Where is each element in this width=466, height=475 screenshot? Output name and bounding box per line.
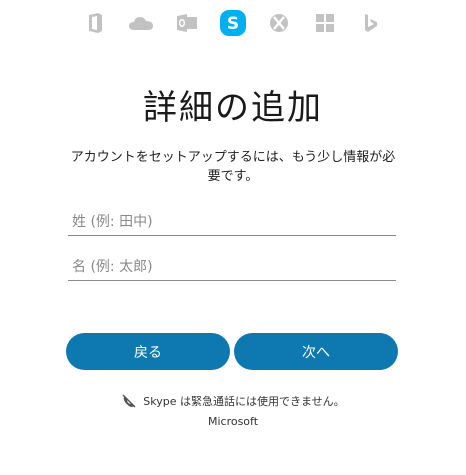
next-button[interactable]: 次へ [234, 333, 398, 370]
svg-text:S: S [227, 14, 239, 34]
bing-icon[interactable] [357, 9, 385, 37]
skype-icon[interactable]: S [219, 9, 247, 37]
microsoft-brand: Microsoft [207, 415, 259, 428]
product-icon-bar: S [0, 6, 466, 40]
xbox-icon[interactable] [265, 9, 293, 37]
onedrive-icon[interactable] [127, 9, 155, 37]
first-name-input[interactable] [68, 253, 396, 281]
emergency-call-notice-text: Skype は緊急通話には使用できません。 [143, 395, 345, 408]
page-description: アカウントをセットアップするには、もう少し情報が必要です。 [70, 150, 396, 184]
windows-icon[interactable] [311, 9, 339, 37]
office-icon[interactable] [81, 9, 109, 37]
last-name-input[interactable] [68, 208, 396, 236]
outlook-icon[interactable] [173, 9, 201, 37]
page-title: 詳細の追加 [143, 88, 323, 128]
no-emergency-call-icon [121, 393, 137, 409]
emergency-call-notice: Skype は緊急通話には使用できません。 [0, 393, 466, 409]
back-button[interactable]: 戻る [66, 333, 230, 370]
